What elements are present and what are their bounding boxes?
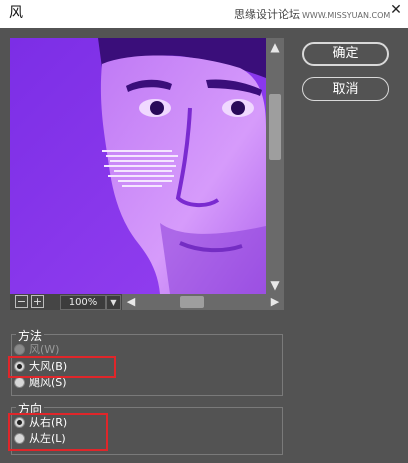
highlight-box: [8, 356, 116, 378]
scroll-down-arrow-icon[interactable]: ▼: [268, 278, 282, 292]
horizontal-scroll-thumb[interactable]: [180, 296, 204, 308]
ok-button[interactable]: 确定: [302, 42, 389, 66]
vertical-scroll-thumb[interactable]: [269, 94, 281, 160]
close-button[interactable]: ✕: [388, 2, 404, 18]
cancel-button[interactable]: 取消: [302, 77, 389, 101]
method-group-title: 方法: [16, 329, 45, 343]
scroll-up-arrow-icon[interactable]: ▲: [268, 40, 282, 54]
filter-preview[interactable]: [10, 38, 266, 294]
method-option-wind[interactable]: 风(W): [14, 342, 59, 357]
watermark-url: WWW.MISSYUAN.COM: [302, 11, 391, 20]
scroll-left-arrow-icon[interactable]: ◀: [124, 295, 138, 309]
radio-button[interactable]: [14, 376, 25, 388]
horizontal-scrollbar[interactable]: ◀ ▶: [122, 294, 284, 310]
zoom-level-field[interactable]: 100%: [60, 295, 106, 310]
portrait-preview-image: [10, 38, 266, 294]
watermark: 思缘设计论坛 WWW.MISSYUAN.COM: [234, 9, 390, 22]
dialog-title: 风: [9, 5, 23, 21]
watermark-text: 思缘设计论坛: [234, 8, 300, 21]
zoom-out-button[interactable]: −: [15, 295, 28, 308]
scroll-right-arrow-icon[interactable]: ▶: [268, 295, 282, 309]
radio-button[interactable]: [14, 343, 25, 355]
vertical-scrollbar[interactable]: ▲ ▼: [266, 38, 284, 294]
zoom-dropdown-icon[interactable]: ▼: [106, 295, 121, 310]
title-bar: 风 思缘设计论坛 WWW.MISSYUAN.COM ✕: [0, 0, 408, 28]
highlight-box: [8, 413, 108, 451]
radio-label: 风(W): [29, 343, 60, 356]
zoom-in-button[interactable]: +: [31, 295, 44, 308]
zoom-bar: − + 100% ▼ ◀ ▶: [10, 294, 284, 310]
